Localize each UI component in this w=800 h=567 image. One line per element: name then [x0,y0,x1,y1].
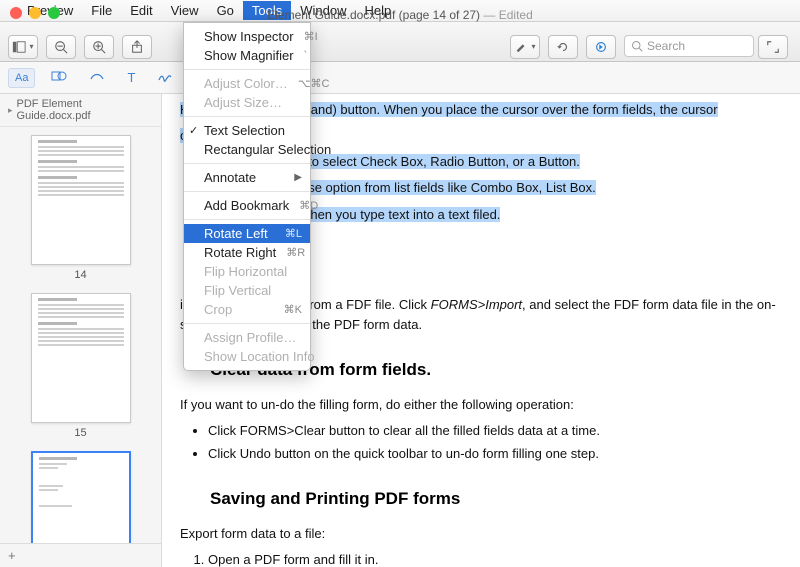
menu-item-annotate[interactable]: Annotate▶ [184,168,310,187]
doc-text: choose option from list fields like Comb… [280,178,776,198]
search-placeholder: Search [647,39,685,53]
zoom-in-button[interactable] [84,35,114,59]
thumb-label: 15 [74,427,86,439]
page-thumb-14[interactable] [31,135,131,265]
thumb-label: 14 [74,269,86,281]
shapes-button[interactable] [45,66,73,89]
rotate-icon [556,40,570,54]
zoom-out-button[interactable] [46,35,76,59]
menu-item-text-selection[interactable]: ✓Text Selection [184,121,310,140]
sidebar-add-page[interactable]: + [0,543,161,567]
sign-button[interactable] [151,66,179,89]
window-toolbar: Element Guide.docx.pdf (page 14 of 27) —… [0,22,800,62]
doc-text: help to select Check Box, Radio Button, … [280,152,776,172]
highlight-button[interactable] [510,35,540,59]
markup-button[interactable] [586,35,616,59]
menu-item-rectangular-selection[interactable]: Rectangular Selection [184,140,310,159]
menu-item-crop: Crop⌘K [184,300,310,319]
menu-item-show-location-info: Show Location Info [184,347,310,366]
text-style-button[interactable]: Aa [8,68,35,88]
list-item: Click Undo button on the quick toolbar t… [208,444,776,464]
shapes-icon [51,69,67,83]
menu-item-rotate-right[interactable]: Rotate Right⌘R [184,243,310,262]
fullscreen-button[interactable] [758,35,788,59]
text-box-button[interactable]: T [121,67,141,88]
menu-item-rotate-left[interactable]: Rotate Left⌘L [184,224,310,243]
menu-view[interactable]: View [162,1,208,20]
menu-go[interactable]: Go [208,1,243,20]
list-item: Click FORMS>Clear button to clear all th… [208,421,776,441]
share-icon [130,40,144,54]
highlighter-icon [514,40,528,54]
traffic-lights [10,7,60,19]
zoom-out-icon [54,40,68,54]
menu-file[interactable]: File [82,1,121,20]
menu-item-assign-profile: Assign Profile… [184,328,310,347]
sidebar-doc-title[interactable]: PDF Element Guide.docx.pdf [0,94,161,127]
sketch-button[interactable] [83,66,111,89]
page-thumb-16[interactable] [31,451,131,543]
signature-icon [157,69,173,83]
search-icon [631,40,643,52]
search-field[interactable]: Search [624,35,754,57]
window-title: Element Guide.docx.pdf (page 14 of 27) —… [267,8,533,22]
doc-text: If you want to un-do the filling form, d… [180,395,776,415]
rotate-button[interactable] [548,35,578,59]
menu-item-show-magnifier[interactable]: Show Magnifier` [184,46,310,65]
view-mode-button[interactable] [8,35,38,59]
heading-save-print: Saving and Printing PDF forms [210,486,776,512]
doc-text: Export form data to a file: [180,524,776,544]
sketch-icon [89,69,105,83]
doc-text: elp when you type text into a text filed… [280,205,776,225]
menu-item-adjust-size: Adjust Size… [184,93,310,112]
menu-edit[interactable]: Edit [121,1,161,20]
list-item: Open a PDF form and fill it in. [208,550,776,567]
markup-subtoolbar: Aa T A ▾ [0,62,800,94]
menu-item-add-bookmark[interactable]: Add Bookmark⌘D [184,196,310,215]
thumbnail-sidebar: PDF Element Guide.docx.pdf 14 15 16 [0,94,162,567]
share-button[interactable] [122,35,152,59]
menu-item-show-inspector[interactable]: Show Inspector⌘I [184,27,310,46]
zoom-window-button[interactable] [48,7,60,19]
tools-dropdown-menu: Show Inspector⌘IShow Magnifier` Adjust Co… [183,22,311,371]
fullscreen-icon [766,40,780,54]
sidebar-view-icon [12,40,26,54]
thumbnail-list[interactable]: 14 15 16 [0,127,161,543]
zoom-in-icon [92,40,106,54]
markup-toolbar-icon [594,40,608,54]
minimize-window-button[interactable] [29,7,41,19]
menu-item-flip-vertical: Flip Vertical [184,281,310,300]
menu-item-flip-horizontal: Flip Horizontal [184,262,310,281]
main-area: PDF Element Guide.docx.pdf 14 15 16 [0,94,800,567]
menu-item-adjust-color: Adjust Color…⌥⌘C [184,74,310,93]
page-thumb-15[interactable] [31,293,131,423]
close-window-button[interactable] [10,7,22,19]
